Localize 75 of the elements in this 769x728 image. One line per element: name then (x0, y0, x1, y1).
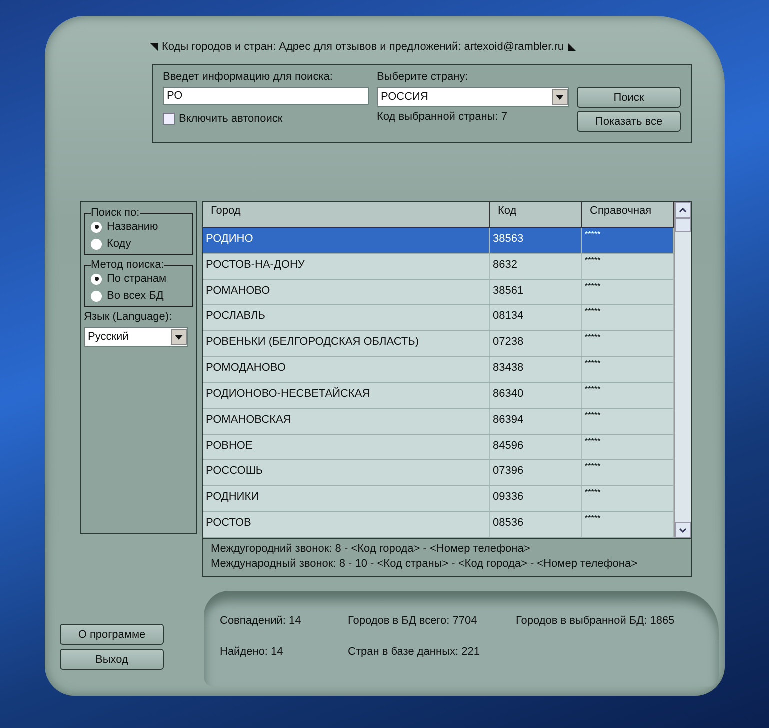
group-title: Метод поиска: (91, 259, 164, 271)
radio-button[interactable] (91, 290, 102, 302)
table-cell: 38561 (490, 280, 582, 304)
radio-label: Названию (107, 221, 158, 233)
table-cell: РОССОШЬ (203, 460, 490, 486)
table-row[interactable]: РОМОДАНОВО 83438 ***** (203, 357, 674, 383)
table-row[interactable]: РОВЕНЬКИ (БЕЛГОРОДСКАЯ ОБЛАСТЬ) 07238 ***** (203, 331, 674, 358)
table-row[interactable]: РОССОШЬ 07396 ***** (203, 460, 674, 486)
table-cell: 07238 (490, 331, 582, 356)
language-label: Язык (Language): (84, 311, 174, 323)
table-row[interactable]: РОСТОВ-НА-ДОНУ 8632 ***** (203, 254, 674, 280)
table-cell: РОМАНОВО (203, 280, 490, 304)
group-title: Поиск по: (91, 207, 140, 219)
side-button[interactable]: О программе (60, 624, 164, 645)
table-cell: 86340 (490, 382, 582, 408)
radio-label: Коду (107, 238, 132, 250)
table-cell: 07396 (490, 460, 582, 486)
table-cell: РОСЛАВЛЬ (203, 305, 490, 330)
table-cell: 09336 (490, 486, 582, 512)
search-field[interactable]: РО (163, 87, 369, 105)
table-cell: 08536 (490, 512, 582, 537)
table-row[interactable]: РОВНОЕ 84596 ***** (203, 434, 674, 460)
table-cell: РОСТОВ-НА-ДОНУ (203, 254, 490, 279)
show-all-button[interactable]: Показать все (577, 111, 681, 132)
stat-text: Стран в базе данных: 221 (348, 646, 481, 660)
checkbox[interactable] (163, 113, 175, 125)
radio-button[interactable] (91, 274, 102, 284)
table-row[interactable]: РОДНИКИ 09336 ***** (203, 486, 674, 512)
table-cell: 83438 (490, 357, 582, 382)
table-cell: РОВЕНЬКИ (БЕЛГОРОДСКАЯ ОБЛАСТЬ) (203, 331, 490, 356)
search-label: Введет информацию для поиска: (163, 71, 334, 83)
table-cell: РОСТОВ (203, 512, 490, 537)
table-row[interactable]: РОСЛАВЛЬ 08134 ***** (203, 305, 674, 332)
scrollbar-thumb[interactable] (675, 218, 691, 232)
caret-icon[interactable] (556, 94, 564, 100)
hint-text: Междугородний звонок: 8 - <Код города> - <Номер телефона> (211, 543, 532, 555)
triangle-icon (568, 43, 576, 51)
checkbox-label: Включить автопоиск (179, 113, 283, 125)
table-row[interactable]: РОСТОВ 08536 ***** (203, 512, 674, 538)
search-button[interactable]: Поиск (577, 87, 681, 108)
table-cell: 86394 (490, 408, 582, 434)
country-dropdown[interactable]: РОССИЯ (377, 87, 569, 107)
caret-icon[interactable] (175, 334, 183, 340)
language-dropdown[interactable]: Русский (84, 327, 188, 347)
stat-text: Совпадений: 14 (220, 615, 302, 629)
table-cell: РОМОДАНОВО (203, 357, 490, 382)
column-header[interactable]: Код (490, 202, 582, 227)
table-cell: РОДИОНОВО-НЕСВЕТАЙСКАЯ (203, 382, 490, 408)
country-code-text: Код выбранной страны: 7 (377, 111, 508, 123)
hint-text: Международный звонок: 8 - 10 - <Код страны> - <Код города> - <Номер телефона> (211, 558, 639, 570)
radio-button[interactable] (91, 222, 102, 232)
window-title: Коды городов и стран: Адрес для отзывов и предложений: artexoid@rambler.ru (162, 41, 564, 53)
radio-button[interactable] (91, 238, 102, 250)
radio-label: Во всех БД (107, 290, 164, 302)
table-cell: РОДИНО (203, 228, 490, 253)
column-header[interactable]: Город (203, 202, 490, 227)
triangle-icon (150, 43, 158, 51)
table-row[interactable]: РОДИНО 38563 ***** (203, 228, 674, 254)
scrollbar[interactable] (674, 202, 691, 538)
country-label: Выберите страну: (377, 71, 470, 83)
table-cell: РОВНОЕ (203, 434, 490, 460)
table-cell: 8632 (490, 254, 582, 279)
table-cell: 38563 (490, 228, 582, 253)
stat-text: Городов в БД всего: 7704 (348, 615, 478, 629)
side-button[interactable]: Выход (60, 649, 164, 670)
table-row[interactable]: РОМАНОВО 38561 ***** (203, 280, 674, 306)
table-row[interactable]: РОДИОНОВО-НЕСВЕТАЙСКАЯ 86340 ***** (203, 382, 674, 409)
stat-text: Найдено: 14 (220, 646, 284, 660)
table-cell: 08134 (490, 305, 582, 330)
table-row[interactable]: РОМАНОВСКАЯ 86394 ***** (203, 408, 674, 435)
table-cell: 84596 (490, 434, 582, 460)
table-cell: РОМАНОВСКАЯ (203, 408, 490, 434)
radio-label: По странам (107, 273, 167, 285)
stat-text: Городов в выбранной БД: 1865 (516, 615, 676, 629)
table-cell: РОДНИКИ (203, 486, 490, 512)
